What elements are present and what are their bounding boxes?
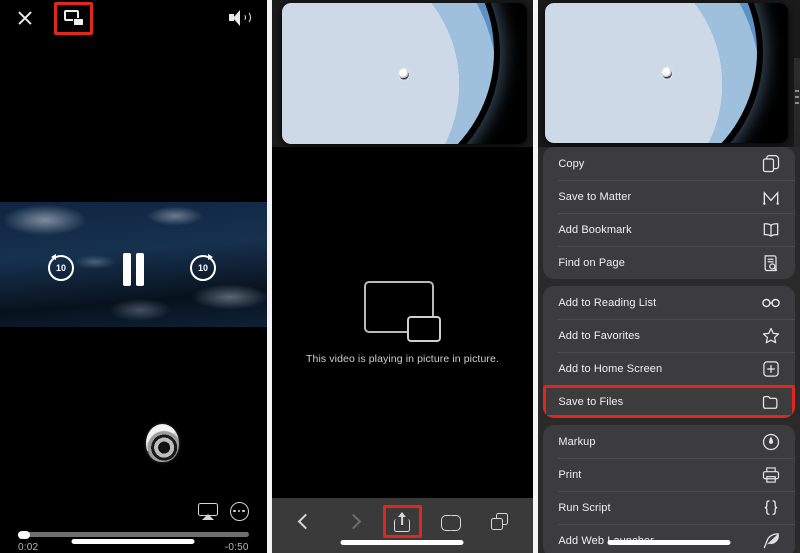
- menu-item-copy[interactable]: Copy: [543, 147, 795, 180]
- menu-item-add-to-reading-list[interactable]: Add to Reading List: [543, 286, 795, 319]
- menu-item-label: Add to Reading List: [558, 296, 657, 309]
- menu-group-1: Copy Save to Matter Add Bookmark Find on…: [543, 147, 795, 279]
- scrubber-knob[interactable]: [18, 530, 30, 539]
- remaining-time: -0:50: [224, 542, 249, 553]
- picture-in-picture-glyph: [363, 280, 441, 342]
- menu-item-save-to-matter[interactable]: Save to Matter: [543, 180, 795, 213]
- printer-icon: [761, 465, 781, 485]
- spacecraft-dot: [399, 68, 410, 79]
- current-time: 0:02: [18, 542, 39, 553]
- menu-item-print[interactable]: Print: [543, 458, 795, 491]
- home-indicator: [71, 539, 195, 544]
- menu-item-add-to-favorites[interactable]: Add to Favorites: [543, 319, 795, 352]
- back-button[interactable]: [286, 505, 325, 538]
- star-icon: [761, 326, 781, 346]
- find-on-page-icon: [761, 253, 781, 273]
- menu-item-label: Find on Page: [558, 256, 625, 269]
- volume-icon[interactable]: [228, 9, 251, 27]
- menu-item-markup[interactable]: Markup: [543, 425, 795, 458]
- chevron-right-icon: [346, 513, 362, 530]
- skip-forward-10-button[interactable]: 10: [190, 254, 216, 281]
- player-bottom-bar: 0:02 -0:50: [0, 498, 267, 553]
- pip-placeholder-body: This video is playing in picture in pict…: [271, 147, 534, 498]
- airplay-icon[interactable]: [197, 502, 218, 520]
- menu-item-add-to-home-screen[interactable]: Add to Home Screen: [543, 352, 795, 385]
- share-sheet-list: Copy Save to Matter Add Bookmark Find on…: [538, 147, 800, 553]
- panel-safari-pip: This video is playing in picture in pict…: [271, 0, 534, 553]
- picture-in-picture-icon: [63, 10, 84, 26]
- progress-scrubber[interactable]: [18, 530, 249, 539]
- pip-host-area: [538, 0, 800, 178]
- spacecraft-dot: [661, 67, 672, 79]
- menu-item-label: Print: [558, 468, 582, 481]
- menu-item-label: Copy: [558, 157, 585, 170]
- pip-floating-window[interactable]: [545, 3, 789, 143]
- pip-host-area: [271, 0, 534, 147]
- tabs-button[interactable]: [480, 505, 519, 538]
- menu-item-add-bookmark[interactable]: Add Bookmark: [543, 213, 795, 246]
- panel-video-player: 10 10 0:02 -0:50: [0, 0, 267, 553]
- picture-in-picture-button[interactable]: [54, 1, 93, 35]
- home-indicator: [607, 540, 731, 545]
- pause-button[interactable]: [120, 253, 146, 286]
- menu-item-label: Save to Files: [558, 395, 624, 408]
- menu-item-save-to-files[interactable]: Save to Files: [543, 385, 795, 418]
- forward-button[interactable]: [334, 505, 373, 538]
- menu-item-label: Markup: [558, 435, 596, 448]
- tabs-icon: [491, 513, 509, 530]
- plus-square-icon: [761, 359, 781, 379]
- spacecraft-capsule: [146, 424, 179, 462]
- menu-item-label: Add to Favorites: [558, 329, 641, 342]
- bookmarks-button[interactable]: [432, 505, 471, 538]
- skip-back-10-button[interactable]: 10: [48, 254, 74, 281]
- more-options-icon[interactable]: [229, 501, 249, 521]
- menu-item-label: Add to Home Screen: [558, 362, 663, 375]
- share-button[interactable]: [382, 505, 422, 538]
- book-icon: [761, 220, 781, 240]
- folder-icon: [761, 392, 781, 412]
- panel-share-sheet: Copy Save to Matter Add Bookmark Find on…: [538, 0, 800, 553]
- matter-icon: [761, 187, 781, 207]
- book-icon: [441, 514, 462, 531]
- menu-item-label: Run Script: [558, 501, 611, 514]
- braces-icon: [761, 498, 781, 518]
- menu-item-run-script[interactable]: Run Script: [543, 491, 795, 524]
- three-panel-screenshot: 10 10 0:02 -0:50 This video is playing i…: [0, 0, 800, 553]
- earth-scene: [545, 3, 789, 143]
- skip-forward-label: 10: [197, 263, 208, 273]
- copy-icon: [761, 154, 781, 174]
- menu-group-3: Markup Print Run Script Add Web Launcher: [543, 425, 795, 553]
- glasses-icon: [761, 293, 781, 313]
- menu-item-label: Save to Matter: [558, 190, 632, 203]
- markup-icon: [761, 432, 781, 452]
- menu-item-label: Add Bookmark: [558, 223, 632, 236]
- player-top-bar: [0, 0, 267, 36]
- menu-item-find-on-page[interactable]: Find on Page: [543, 246, 795, 279]
- pip-message: This video is playing in picture in pict…: [306, 352, 499, 365]
- skip-back-label: 10: [55, 263, 66, 273]
- menu-item-add-web-launcher[interactable]: Add Web Launcher: [543, 524, 795, 553]
- menu-group-2: Add to Reading List Add to Favorites Add…: [543, 286, 795, 418]
- close-icon[interactable]: [16, 9, 34, 27]
- earth-scene: [281, 3, 527, 144]
- pip-floating-window[interactable]: [281, 3, 527, 144]
- home-indicator: [340, 540, 464, 545]
- feather-icon: [761, 531, 781, 551]
- chevron-left-icon: [297, 513, 313, 530]
- share-icon: [394, 511, 411, 532]
